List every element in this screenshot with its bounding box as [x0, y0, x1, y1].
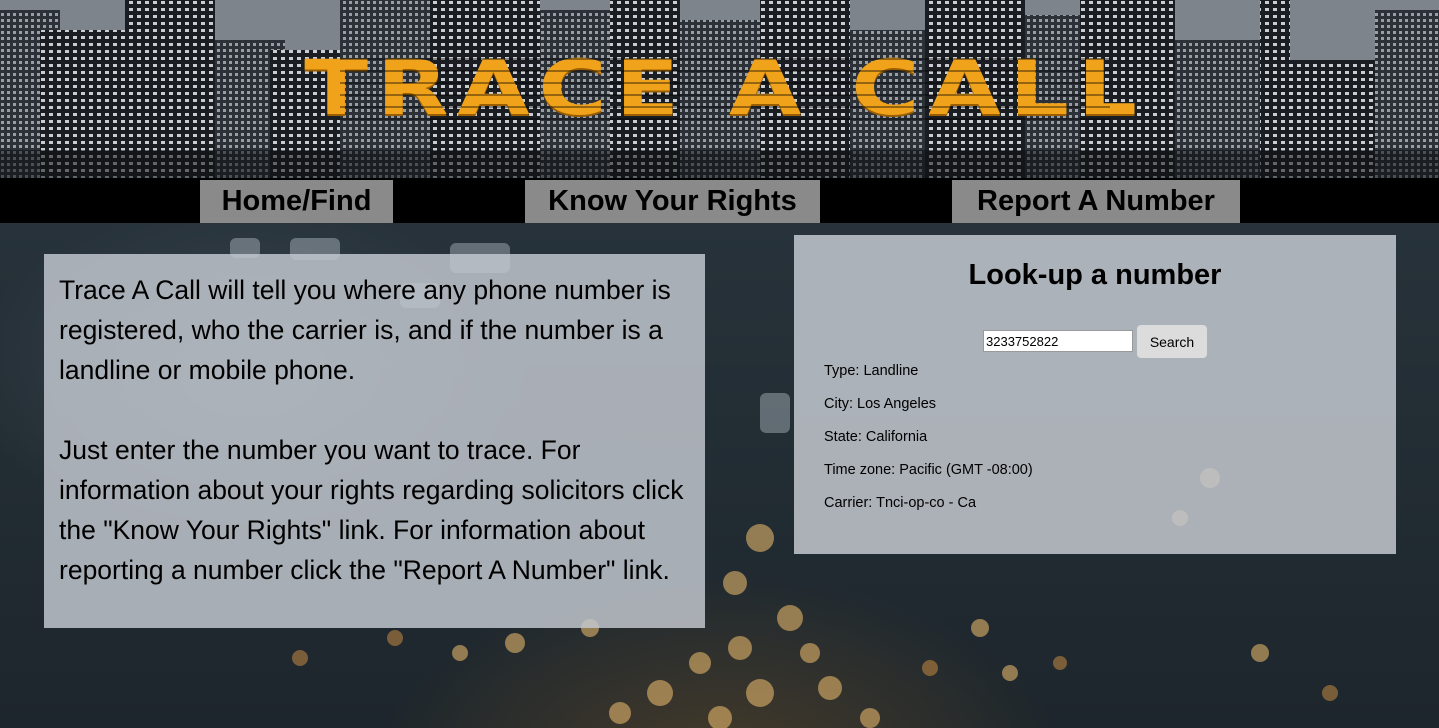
- result-type: Type: Landline: [824, 363, 919, 379]
- result-time-zone: Time zone: Pacific (GMT -08:00): [824, 462, 1033, 478]
- result-city: City: Los Angeles: [824, 396, 937, 412]
- nav-know-your-rights[interactable]: Know Your Rights: [525, 180, 820, 223]
- nav-report-a-number[interactable]: Report A Number: [952, 180, 1240, 223]
- result-carrier: Carrier: Tnci-op-co - Ca: [824, 495, 977, 511]
- phone-number-input[interactable]: [983, 330, 1133, 352]
- main-nav: Home/Find Know Your Rights Report A Numb…: [0, 178, 1439, 223]
- intro-paragraph: Trace A Call will tell you where any pho…: [59, 275, 671, 385]
- nav-home-find[interactable]: Home/Find: [200, 180, 393, 223]
- site-logo[interactable]: TRACE A CALL: [251, 48, 1198, 128]
- instructions-paragraph: Just enter the number you want to trace.…: [59, 435, 684, 585]
- lookup-panel: Look-up a number Search Type: Landline C…: [794, 235, 1396, 554]
- intro-panel: Trace A Call will tell you where any pho…: [44, 254, 705, 628]
- lookup-title: Look-up a number: [968, 259, 1222, 291]
- header-banner: TRACE A CALL: [0, 0, 1439, 178]
- search-button[interactable]: Search: [1137, 325, 1207, 358]
- result-state: State: California: [824, 429, 928, 445]
